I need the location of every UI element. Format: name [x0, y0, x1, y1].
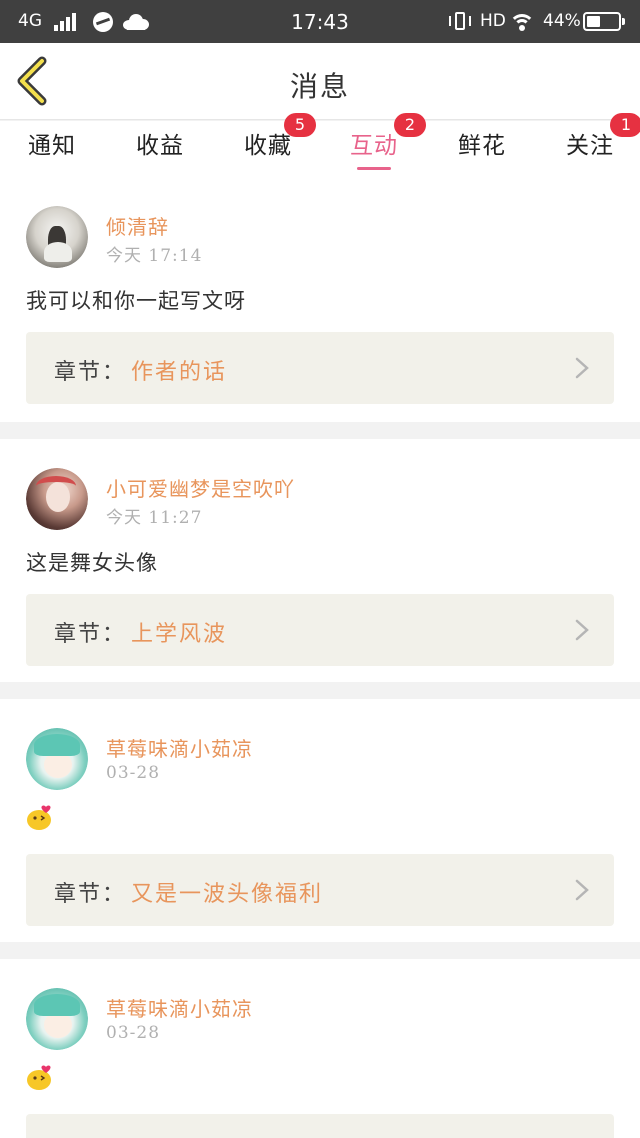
chapter-key: 章节： [54, 360, 127, 385]
chapter-link[interactable] [26, 1114, 614, 1138]
chapter-key: 章节： [54, 882, 127, 907]
chapter-title: 作者的话 [131, 360, 228, 385]
timestamp: 03-28 [106, 1023, 161, 1043]
kiss-emoji-icon [27, 1065, 51, 1090]
vibrate-icon [449, 11, 471, 31]
tab-badge: 5 [284, 113, 316, 137]
tab-badge: 2 [394, 113, 426, 137]
tab-earnings[interactable]: 收益 [132, 121, 188, 177]
tab-favorites[interactable]: 收藏 5 [240, 113, 316, 177]
tab-label: 鲜花 [458, 133, 506, 159]
chapter-link[interactable]: 章节： 作者的话 [26, 332, 614, 404]
tab-notifications[interactable]: 通知 [24, 121, 80, 177]
tab-bar: 通知 收益 收藏 5 互动 2 鲜花 关注 1 [0, 113, 640, 177]
avatar[interactable] [26, 728, 88, 790]
user-name[interactable]: 草莓味滴小茹凉 [106, 733, 253, 762]
avatar[interactable] [26, 988, 88, 1050]
chapter-link[interactable]: 章节： 又是一波头像福利 [26, 854, 614, 926]
battery-percent: 44% [543, 11, 581, 31]
chapter-title: 又是一波头像福利 [131, 882, 324, 907]
chevron-right-icon [575, 879, 589, 901]
timestamp: 今天 17:14 [106, 246, 203, 266]
user-name[interactable]: 倾清辞 [106, 211, 169, 240]
page-title: 消息 [289, 70, 350, 103]
avatar[interactable] [26, 468, 88, 530]
tab-label: 通知 [28, 133, 76, 159]
list-item: 草莓味滴小茹凉 03-28 章节： 又是一波头像福利 [0, 699, 640, 942]
chapter-title: 上学风波 [131, 622, 228, 647]
tab-interactions[interactable]: 互动 2 [346, 113, 426, 177]
list-item: 小可爱幽梦是空吹吖 今天 11:27 这是舞女头像 章节： 上学风波 [0, 439, 640, 682]
tab-follows[interactable]: 关注 1 [562, 113, 640, 177]
kiss-emoji-icon [27, 805, 51, 830]
message-text: 这是舞女头像 [26, 551, 158, 575]
battery-icon [583, 12, 625, 31]
tab-badge: 1 [610, 113, 640, 137]
message-text: 我可以和你一起写文呀 [26, 289, 246, 313]
timestamp: 03-28 [106, 763, 161, 783]
chapter-key: 章节： [54, 622, 127, 647]
status-bar: 4G 17:43 HD 44% [0, 0, 640, 43]
user-name[interactable]: 草莓味滴小茹凉 [106, 993, 253, 1022]
wifi-icon [509, 12, 535, 32]
list-item: 草莓味滴小茹凉 03-28 [0, 959, 640, 1138]
chapter-link[interactable]: 章节： 上学风波 [26, 594, 614, 666]
tab-flowers[interactable]: 鲜花 [454, 121, 510, 177]
active-tab-indicator [357, 167, 391, 170]
user-name[interactable]: 小可爱幽梦是空吹吖 [106, 473, 295, 502]
tab-label: 收益 [136, 133, 184, 159]
hd-indicator: HD [480, 11, 506, 31]
timestamp: 今天 11:27 [106, 508, 203, 528]
chevron-right-icon [575, 619, 589, 641]
avatar[interactable] [26, 206, 88, 268]
battery-level [587, 16, 600, 27]
list-item: 倾清辞 今天 17:14 我可以和你一起写文呀 章节： 作者的话 [0, 177, 640, 422]
header: 消息 [0, 43, 640, 120]
app-root: 4G 17:43 HD 44% 消息 通知 收益 收藏 5 互动 2 鲜花 关注… [0, 0, 640, 1138]
chevron-right-icon [575, 357, 589, 379]
